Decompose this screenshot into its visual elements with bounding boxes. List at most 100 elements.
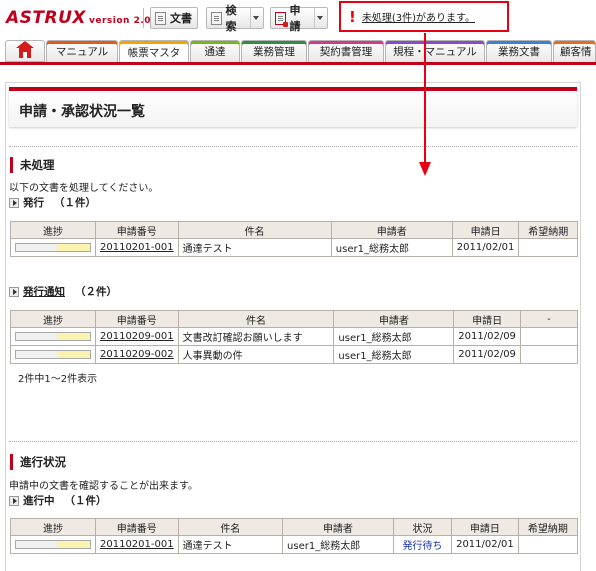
issue-group-toggle[interactable]: 発行 （１件） [9, 195, 96, 210]
table-row[interactable]: 20110201-001 通達テスト user1_総務太郎 2011/02/01 [10, 238, 578, 257]
search-dropdown-icon[interactable] [250, 8, 259, 28]
alert-message[interactable]: 未処理(3件)があります。 [362, 9, 475, 24]
column-header: 申請日 [453, 310, 521, 328]
progress-bar [15, 331, 91, 341]
tab-underline [0, 62, 596, 65]
table-header-row: 進捗 申請番号 件名 申請者 申請日 希望納期 [10, 221, 578, 239]
column-header: 件名 [177, 221, 332, 239]
applicant-cell: user1_総務太郎 [330, 238, 453, 257]
tab-label: 業務管理 [253, 46, 295, 58]
application-number-cell: 20110201-001 [95, 535, 179, 554]
in-progress-label: 進行中 [23, 495, 55, 507]
notice-count: （２件） [75, 286, 117, 298]
progress-fill [56, 332, 90, 340]
application-number-link[interactable]: 20110209-001 [100, 331, 174, 342]
extra-cell [519, 327, 579, 346]
tab-label: 業務文書 [498, 46, 540, 58]
page-title: 申請・承認状況一覧 [19, 104, 145, 120]
application-label: 申請 [289, 4, 301, 33]
application-button[interactable]: 申請 [270, 4, 328, 33]
subject-cell: 人事異動の件 [177, 345, 335, 364]
callout-arrow-head-icon [419, 162, 431, 176]
column-header: 申請日 [451, 518, 519, 536]
tab-label: 顧客情 [560, 46, 592, 58]
expand-arrow-icon [9, 495, 19, 506]
progress-bar [15, 539, 91, 549]
main-panel: 申請・承認状況一覧 未処理 以下の文書を処理してください。 発行 （１件） 進捗… [5, 82, 581, 571]
notice-label[interactable]: 発行通知 [23, 284, 65, 299]
table-row[interactable]: 20110201-001 通達テスト user1_総務太郎 発行待ち 2011/… [10, 535, 579, 554]
tab-business-documents[interactable]: 業務文書 [486, 40, 552, 62]
documents-label: 文書 [170, 12, 192, 25]
issue-label: 発行 [23, 197, 44, 209]
page-header: 申請・承認状況一覧 [9, 87, 577, 127]
column-header: 申請番号 [95, 221, 179, 239]
progress-fill [56, 540, 90, 548]
issue-table: 進捗 申請番号 件名 申請者 申請日 希望納期 20110201-001 通達テ… [10, 221, 578, 257]
tab-customer-info[interactable]: 顧客情 [553, 40, 596, 62]
tab-label: 規程・マニュアル [393, 46, 477, 58]
date-cell: 2011/02/09 [453, 327, 521, 346]
column-header: 進捗 [10, 310, 96, 328]
subject-cell: 通達テスト [177, 238, 332, 257]
column-header: 進捗 [10, 518, 96, 536]
subject-cell: 文書改訂確認お願いします [177, 327, 335, 346]
progress-fill [56, 350, 90, 358]
tab-label: 契約書管理 [319, 46, 373, 58]
progress-cell [10, 327, 96, 346]
progress-cell [10, 238, 96, 257]
pagination-summary: 2件中1～2件表示 [18, 374, 98, 385]
issue-count: （１件） [54, 197, 96, 209]
column-header: 申請番号 [95, 310, 179, 328]
tab-business-management[interactable]: 業務管理 [241, 40, 307, 62]
date-cell: 2011/02/01 [451, 238, 520, 257]
tab-form-master[interactable]: 帳票マスタ [119, 40, 189, 63]
column-header: 希望納期 [518, 221, 578, 239]
application-number-link[interactable]: 20110201-001 [100, 539, 174, 550]
column-header: - [519, 310, 579, 328]
table-row[interactable]: 20110209-002 人事異動の件 user1_総務太郎 2011/02/0… [10, 345, 579, 364]
column-header: 申請番号 [95, 518, 179, 536]
tab-regulations-manual[interactable]: 規程・マニュアル [385, 40, 485, 62]
app-logo[interactable]: ASTRUX version 2.0 [6, 8, 151, 28]
subject-cell: 通達テスト [177, 535, 284, 554]
column-header: 申請者 [282, 518, 394, 536]
section-progress-heading: 進行状況 [10, 454, 66, 470]
unprocessed-alert[interactable]: ! 未処理(3件)があります。 [339, 1, 509, 32]
applicant-cell: user1_総務太郎 [333, 327, 455, 346]
column-header: 状況 [392, 518, 453, 536]
search-document-icon [211, 11, 222, 25]
progress-cell [10, 535, 96, 554]
application-number-link[interactable]: 20110209-002 [100, 349, 174, 360]
unprocessed-note: 以下の文書を処理してください。 [9, 183, 159, 194]
column-header: 件名 [177, 518, 284, 536]
home-tab[interactable] [5, 40, 45, 62]
column-header: 申請者 [333, 310, 455, 328]
progress-bar [15, 242, 91, 252]
extra-cell [519, 345, 579, 364]
expand-arrow-icon [9, 197, 19, 208]
category-tabs: マニュアル 帳票マスタ 通達 業務管理 契約書管理 規程・マニュアル 業務文書 … [0, 38, 596, 63]
in-progress-group-toggle[interactable]: 進行中 （１件） [9, 493, 107, 508]
callout-arrow-line [424, 33, 426, 163]
divider [9, 146, 577, 147]
application-number-link[interactable]: 20110201-001 [100, 242, 174, 253]
column-header: 進捗 [10, 221, 96, 239]
notice-group-toggle[interactable]: 発行通知 （２件） [9, 284, 117, 299]
table-row[interactable]: 20110209-001 文書改訂確認お願いします user1_総務太郎 201… [10, 327, 579, 346]
documents-button[interactable]: 文書 [150, 7, 198, 29]
logo-text: ASTRUX [6, 8, 86, 28]
date-cell: 2011/02/09 [453, 345, 521, 364]
column-header: 件名 [177, 310, 335, 328]
tab-notice[interactable]: 通達 [190, 40, 240, 62]
tab-contract-management[interactable]: 契約書管理 [308, 40, 384, 62]
date-cell: 2011/02/01 [451, 535, 519, 554]
application-number-cell: 20110201-001 [95, 238, 179, 257]
application-dropdown-icon[interactable] [314, 8, 323, 28]
progress-fill [56, 243, 90, 251]
tab-manual[interactable]: マニュアル [46, 40, 118, 62]
due-cell [517, 535, 579, 554]
search-button[interactable]: 検索 [206, 4, 264, 33]
column-header: 申請日 [451, 221, 520, 239]
tab-label: 通達 [204, 46, 226, 58]
